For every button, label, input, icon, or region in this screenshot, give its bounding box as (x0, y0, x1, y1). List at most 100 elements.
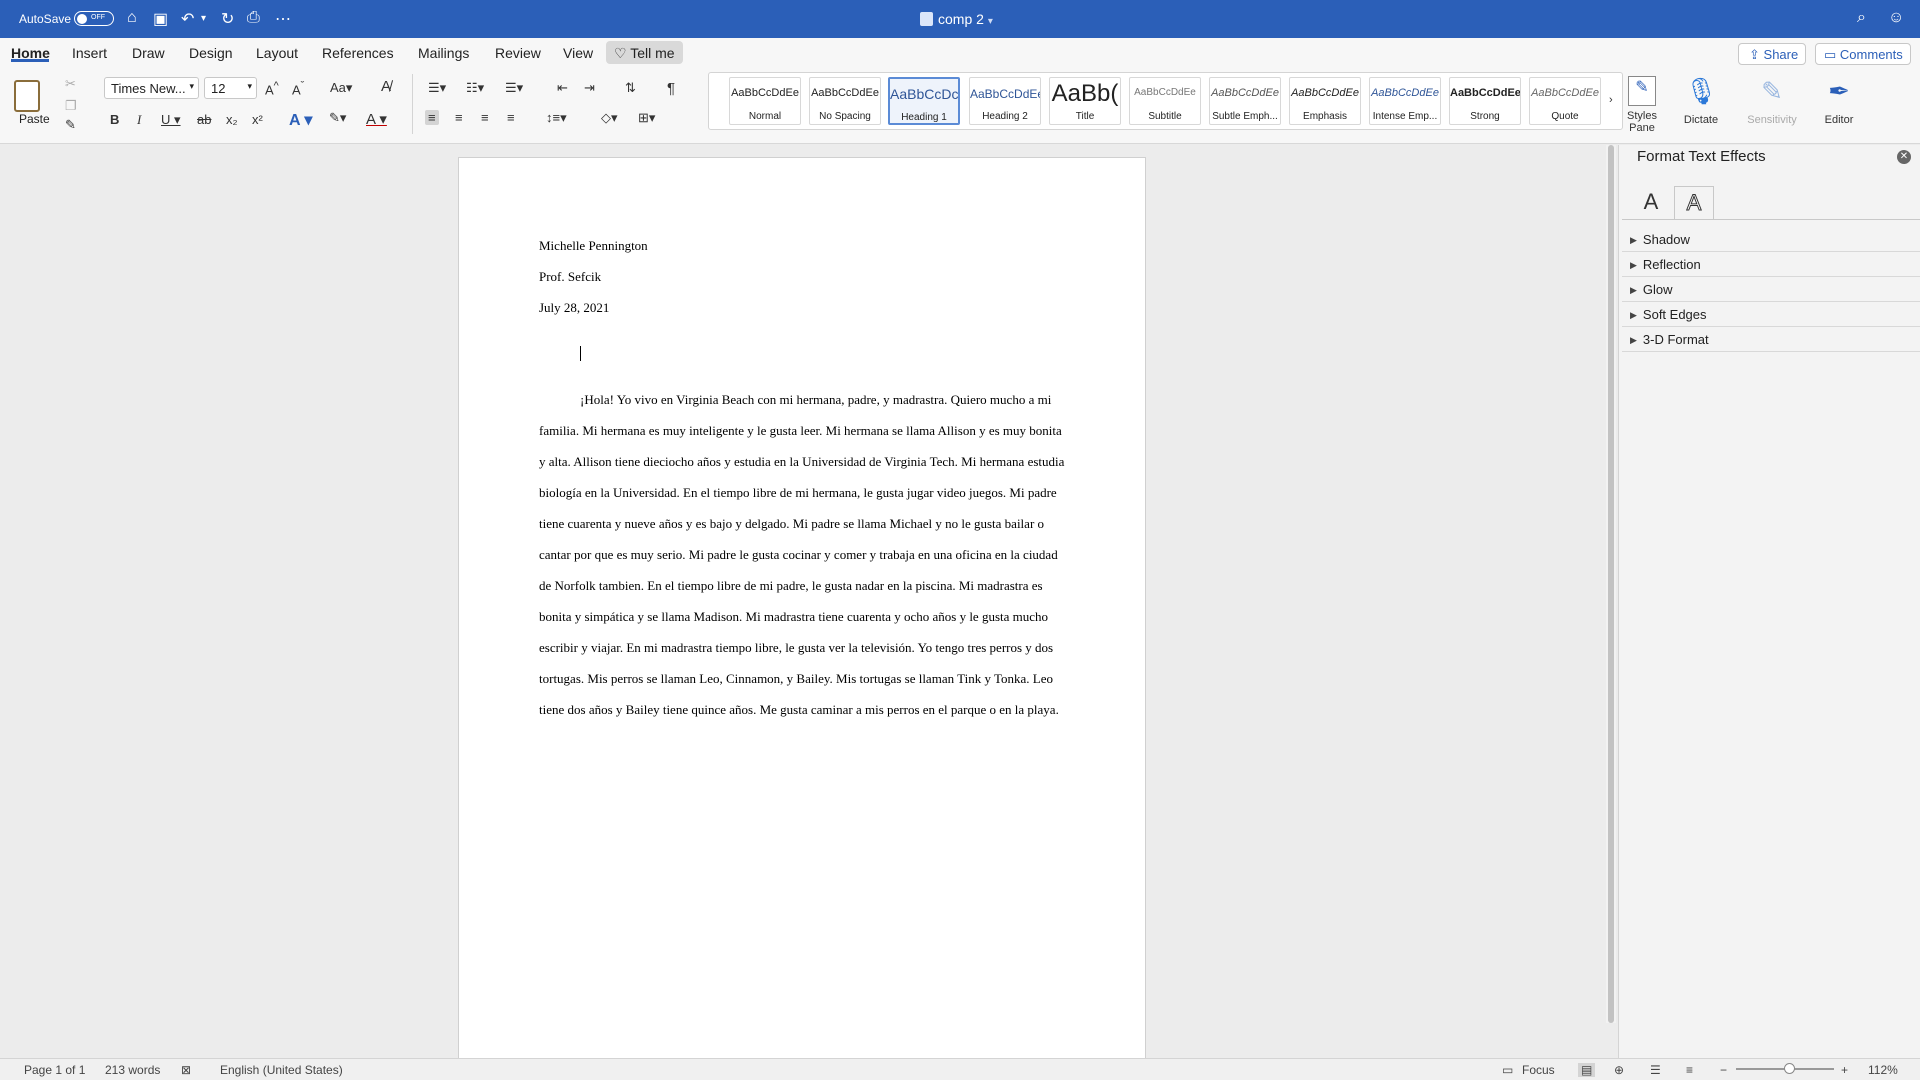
align-center-icon[interactable]: ≡ (455, 110, 463, 125)
font-size-select[interactable]: 12 ▾ (204, 77, 257, 99)
editor-button[interactable]: ✒ Editor (1820, 76, 1858, 126)
show-formatting-icon[interactable]: ¶ (667, 80, 675, 97)
focus-label[interactable]: Focus (1522, 1063, 1555, 1077)
justify-icon[interactable]: ≡ (507, 110, 515, 125)
clear-formatting-icon[interactable]: A̸ (381, 78, 391, 95)
more-icon[interactable]: ⋯ (275, 9, 291, 29)
tab-review[interactable]: Review (495, 45, 541, 61)
home-icon[interactable]: ⌂ (127, 9, 137, 27)
subscript-icon[interactable]: x₂ (226, 112, 238, 127)
style-quote[interactable]: AaBbCcDdEe Quote (1529, 77, 1601, 125)
text-effects-tab[interactable]: A (1674, 186, 1714, 220)
body-paragraph[interactable]: ¡Hola! Yo vivo en Virginia Beach con mi … (539, 384, 1071, 725)
text-effects-icon[interactable]: A ▾ (289, 110, 312, 130)
format-painter-icon[interactable]: ✎ (65, 117, 76, 133)
style-heading-1[interactable]: AaBbCcDc Heading 1 (888, 77, 960, 125)
text-fill-tab[interactable]: A (1631, 186, 1671, 220)
styles-pane-button[interactable]: ✎ Styles Pane (1624, 76, 1660, 134)
word-count[interactable]: 213 words (105, 1063, 160, 1077)
smiley-icon[interactable]: ☺ (1888, 9, 1904, 27)
borders-icon[interactable]: ⊞▾ (638, 110, 655, 126)
style-name: Emphasis (1303, 111, 1347, 122)
comments-button[interactable]: ▭ Comments (1815, 43, 1911, 65)
style-emphasis[interactable]: AaBbCcDdEe Emphasis (1289, 77, 1361, 125)
tab-design[interactable]: Design (189, 45, 233, 61)
draft-view-icon[interactable]: ≡ (1686, 1063, 1693, 1077)
section-soft-edges[interactable]: ▶ Soft Edges (1622, 302, 1920, 327)
bullets-icon[interactable]: ☰▾ (428, 80, 446, 96)
style-subtitle[interactable]: AaBbCcDdEe Subtitle (1129, 77, 1201, 125)
copy-icon[interactable]: ❐ (65, 98, 77, 114)
print-layout-icon[interactable]: ▤ (1578, 1063, 1596, 1077)
tell-me-box[interactable]: ♡ Tell me (606, 41, 683, 64)
gallery-more-icon[interactable]: › (1609, 94, 1613, 106)
tab-references[interactable]: References (322, 45, 394, 61)
page-count[interactable]: Page 1 of 1 (24, 1063, 85, 1077)
section-glow[interactable]: ▶ Glow (1622, 277, 1920, 302)
multilevel-list-icon[interactable]: ☰▾ (505, 80, 523, 96)
font-name-select[interactable]: Times New... ▾ (104, 77, 199, 99)
tab-layout[interactable]: Layout (256, 45, 298, 61)
search-icon[interactable]: ⌕ (1857, 9, 1866, 27)
align-right-icon[interactable]: ≡ (481, 110, 489, 125)
style-strong[interactable]: AaBbCcDdEe Strong (1449, 77, 1521, 125)
focus-icon[interactable]: ▭ (1502, 1063, 1513, 1077)
undo-icon[interactable]: ↶ (181, 9, 194, 29)
decrease-indent-icon[interactable]: ⇤ (557, 80, 568, 96)
share-button[interactable]: ⇪ Share (1738, 43, 1806, 65)
save-icon[interactable]: ▣ (153, 9, 168, 29)
web-layout-icon[interactable]: ⊕ (1614, 1063, 1624, 1077)
zoom-level[interactable]: 112% (1868, 1063, 1898, 1077)
sort-icon[interactable]: ⇅ (625, 80, 636, 96)
style-normal[interactable]: AaBbCcDdEe Normal (729, 77, 801, 125)
tab-mailings[interactable]: Mailings (418, 45, 469, 61)
increase-indent-icon[interactable]: ⇥ (584, 80, 595, 96)
tab-insert[interactable]: Insert (72, 45, 107, 61)
section-reflection[interactable]: ▶ Reflection (1622, 252, 1920, 277)
style-no-spacing[interactable]: AaBbCcDdEe No Spacing (809, 77, 881, 125)
paste-icon[interactable] (14, 80, 40, 112)
style-subtle-emphasis[interactable]: AaBbCcDdEe Subtle Emph... (1209, 77, 1281, 125)
proofing-icon[interactable]: ⊠ (181, 1063, 191, 1077)
document-title[interactable]: comp 2 ▾ (920, 11, 993, 27)
line-spacing-icon[interactable]: ↕≡▾ (546, 110, 567, 126)
italic-icon[interactable]: I (137, 112, 141, 128)
outline-view-icon[interactable]: ☰ (1650, 1063, 1661, 1077)
section-3d-format[interactable]: ▶ 3-D Format (1622, 327, 1920, 352)
chevron-down-icon[interactable]: ▾ (201, 13, 206, 24)
shrink-font-icon[interactable]: Aˇ (292, 80, 304, 97)
redo-icon[interactable]: ↻ (221, 9, 234, 29)
print-icon[interactable]: ⎙ (247, 9, 260, 27)
author-name[interactable]: Michelle Pennington (539, 238, 648, 254)
align-left-icon[interactable]: ≡ (425, 110, 439, 125)
vertical-scrollbar[interactable] (1606, 145, 1616, 1023)
superscript-icon[interactable]: x² (252, 112, 263, 127)
style-title[interactable]: AaBb( Title (1049, 77, 1121, 125)
style-intense-emphasis[interactable]: AaBbCcDdEe Intense Emp... (1369, 77, 1441, 125)
underline-icon[interactable]: U ▾ (161, 112, 181, 128)
style-heading-2[interactable]: AaBbCcDdEe Heading 2 (969, 77, 1041, 125)
bold-icon[interactable]: B (110, 112, 119, 127)
highlight-icon[interactable]: ✎▾ (329, 110, 346, 126)
language[interactable]: English (United States) (220, 1063, 343, 1077)
style-preview: AaBb( (1051, 80, 1119, 107)
numbering-icon[interactable]: ☷▾ (466, 80, 484, 96)
professor-name[interactable]: Prof. Sefcik (539, 269, 601, 285)
tab-view[interactable]: View (563, 45, 593, 61)
dictate-button[interactable]: 🎙 Dictate (1677, 76, 1725, 126)
tab-draw[interactable]: Draw (132, 45, 165, 61)
document-date[interactable]: July 28, 2021 (539, 300, 609, 316)
close-icon[interactable]: ✕ (1897, 150, 1911, 164)
sensitivity-button[interactable]: ✎ Sensitivity (1743, 76, 1801, 126)
shading-icon[interactable]: ◇▾ (601, 110, 618, 126)
font-color-icon[interactable]: A ▾ (366, 110, 387, 128)
zoom-in-icon[interactable]: + (1841, 1063, 1848, 1077)
autosave-toggle[interactable]: OFF (74, 11, 114, 26)
strikethrough-icon[interactable]: ab (197, 112, 211, 127)
change-case-icon[interactable]: Aa▾ (330, 80, 352, 96)
grow-font-icon[interactable]: A^ (265, 80, 279, 97)
cut-icon[interactable]: ✂ (65, 76, 76, 92)
scrollbar-thumb[interactable] (1608, 145, 1614, 1023)
section-shadow[interactable]: ▶ Shadow (1622, 227, 1920, 252)
zoom-out-icon[interactable]: − (1720, 1063, 1727, 1077)
